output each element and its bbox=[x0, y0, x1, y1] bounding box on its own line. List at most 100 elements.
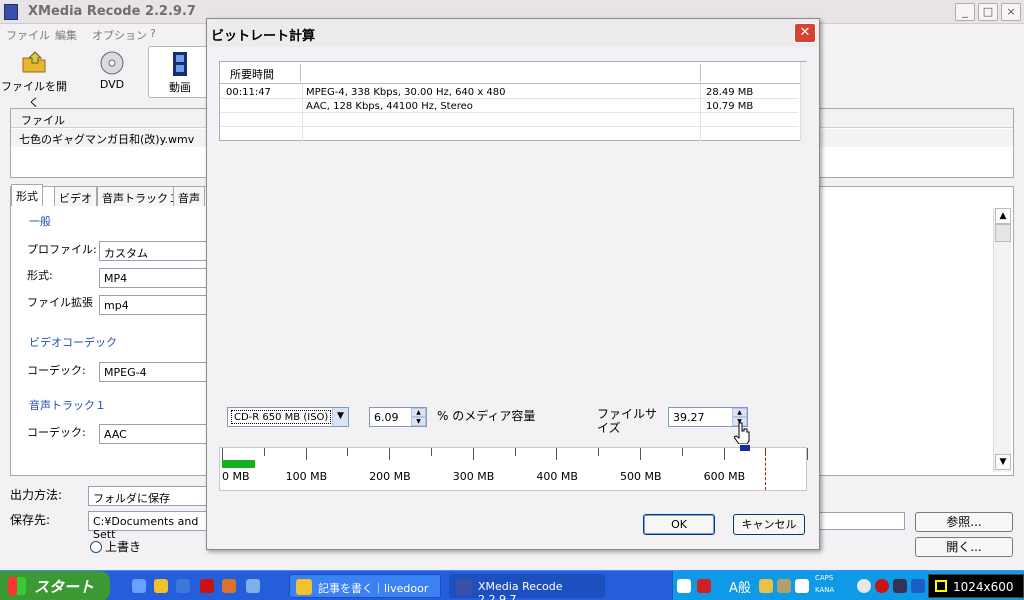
scale-label: 600 MB bbox=[703, 470, 746, 483]
overwrite-radio-circle-icon[interactable] bbox=[90, 541, 102, 553]
quick-launch-media-icon[interactable] bbox=[200, 579, 214, 593]
record-icon[interactable] bbox=[875, 579, 889, 593]
quick-launch-app2-icon[interactable] bbox=[246, 579, 260, 593]
taskbar-item-xmedia[interactable]: XMedia Recode 2.2.9.7 bbox=[449, 574, 605, 600]
stream-info-table[interactable]: 所要時間 00:11:47 MPEG-4, 338 Kbps, 30.00 Hz… bbox=[219, 61, 807, 141]
scale-tick bbox=[472, 448, 474, 460]
spin-up-arrow-icon[interactable]: ▲ bbox=[411, 408, 426, 417]
filesize-value: 39.27 bbox=[673, 411, 705, 424]
dvd-label: DVD bbox=[99, 78, 125, 91]
menu-edit[interactable]: 編集 bbox=[55, 27, 77, 43]
row1-stream: MPEG-4, 338 Kbps, 30.00 Hz, 640 x 480 bbox=[306, 87, 506, 98]
video-button[interactable]: 動画 bbox=[148, 46, 212, 98]
browse-button[interactable]: 参照... bbox=[915, 512, 1013, 532]
scale-tick bbox=[514, 448, 516, 456]
bluetooth-icon[interactable] bbox=[911, 579, 925, 593]
dialog-close-button[interactable]: ✕ bbox=[794, 23, 816, 43]
keyboard-icon[interactable] bbox=[677, 579, 691, 593]
back-arrow-icon[interactable] bbox=[857, 579, 871, 593]
resolution-text: 1024x600 bbox=[953, 580, 1014, 594]
video-codec-select[interactable]: MPEG-4 bbox=[99, 362, 219, 382]
scale-tick bbox=[305, 448, 307, 460]
menu-file[interactable]: ファイル bbox=[6, 27, 50, 43]
scroll-thumb[interactable] bbox=[995, 224, 1011, 242]
format-select[interactable]: MP4 bbox=[99, 268, 219, 288]
overwrite-radio[interactable]: 上書き bbox=[90, 538, 141, 555]
maximize-button[interactable]: □ bbox=[978, 3, 998, 21]
profile-select[interactable]: カスタム bbox=[99, 241, 219, 261]
menu-options[interactable]: オプション bbox=[92, 27, 147, 43]
tab-format[interactable]: 形式 bbox=[11, 184, 43, 206]
audio-codec-label: コーデック: bbox=[27, 426, 86, 439]
media-percent-spinner[interactable]: 6.09 ▲ ▼ bbox=[369, 407, 427, 427]
video-codec-label: コーデック: bbox=[27, 364, 86, 377]
spin-down-arrow-icon[interactable]: ▼ bbox=[411, 417, 426, 426]
filesize-label: ファイルサイズ bbox=[597, 407, 658, 435]
table-scrollbar[interactable] bbox=[800, 62, 807, 141]
dropdown-arrow-icon[interactable]: ▼ bbox=[332, 408, 348, 426]
cancel-button[interactable]: キャンセル bbox=[733, 514, 805, 535]
spin-up-arrow-icon[interactable]: ▲ bbox=[732, 408, 747, 417]
scale-label: 500 MB bbox=[620, 470, 662, 483]
network-icon[interactable] bbox=[893, 579, 907, 593]
audio-codec-select[interactable]: AAC bbox=[99, 424, 219, 444]
column-separator bbox=[700, 64, 701, 82]
open-file-button[interactable]: ファイルを開く bbox=[0, 46, 68, 109]
file-name: 七色のギャグマンガ日和(改)y.wmv bbox=[19, 133, 195, 146]
bitrate-calculation-dialog: ビットレート計算 ✕ 所要時間 00:11:47 MPEG-4, 338 Kbp… bbox=[206, 18, 820, 550]
quick-launch-chrome-icon[interactable] bbox=[154, 579, 168, 593]
minimize-button[interactable]: _ bbox=[955, 3, 975, 21]
scale-label: 400 MB bbox=[536, 470, 578, 483]
file-extension-select[interactable]: mp4 bbox=[99, 295, 219, 315]
tray-app-icon[interactable] bbox=[759, 579, 773, 593]
open-file-label: ファイルを開く bbox=[1, 80, 67, 109]
menu-help[interactable]: ? bbox=[150, 27, 156, 40]
quick-launch-ie-icon[interactable] bbox=[176, 579, 190, 593]
media-percent-value: 6.09 bbox=[374, 411, 399, 424]
dialog-titlebar: ビットレート計算 ✕ bbox=[207, 19, 819, 47]
media-percent-label: % のメディア容量 bbox=[437, 409, 536, 423]
file-column-header: ファイル bbox=[21, 114, 65, 127]
ok-button[interactable]: OK bbox=[643, 514, 715, 535]
quick-launch-desktop-icon[interactable] bbox=[132, 579, 146, 593]
help-icon[interactable] bbox=[795, 579, 809, 593]
quick-launch-app-icon[interactable] bbox=[222, 579, 236, 593]
dvd-button[interactable]: DVD bbox=[90, 46, 134, 98]
tab-audio[interactable]: 音声 bbox=[173, 186, 205, 206]
media-capacity-select[interactable]: CD-R 650 MB (ISO) ▼ bbox=[227, 407, 349, 427]
scroll-down-arrow-icon[interactable]: ▼ bbox=[995, 454, 1011, 470]
tab-audio-track-1[interactable]: 音声トラック１ bbox=[97, 186, 184, 206]
file-extension-label: ファイル拡張 bbox=[27, 296, 93, 309]
general-group-title: 一般 bbox=[29, 215, 51, 228]
ime-icon[interactable] bbox=[697, 579, 711, 593]
taskbar-item-livedoor[interactable]: 記事を書く｜livedoor ... bbox=[289, 574, 441, 600]
save-to-label: 保存先: bbox=[10, 513, 51, 527]
row2-size: 10.79 MB bbox=[706, 101, 754, 112]
output-method-select[interactable]: フォルダに保存 bbox=[88, 486, 208, 506]
save-to-path-field[interactable] bbox=[819, 512, 905, 530]
main-window-title: XMedia Recode 2.2.9.7 bbox=[28, 4, 196, 19]
scale-tick bbox=[347, 448, 349, 456]
column-separator bbox=[300, 64, 301, 82]
media-capacity-scale[interactable]: 0 MB 100 MB 200 MB 300 MB 400 MB 500 MB 600 MB bbox=[219, 445, 809, 491]
start-button[interactable]: スタート bbox=[0, 571, 110, 600]
start-label: スタート bbox=[34, 578, 95, 596]
duration-column-header[interactable]: 所要時間 bbox=[230, 66, 274, 82]
scale-tick bbox=[681, 448, 683, 456]
resolution-indicator[interactable]: 1024x600 bbox=[928, 574, 1024, 598]
kana-indicator: KANA bbox=[815, 586, 835, 594]
scroll-up-arrow-icon[interactable]: ▲ bbox=[995, 208, 1011, 224]
settings-scrollbar[interactable]: ▲ ▼ bbox=[993, 208, 1011, 472]
ime-mode-text[interactable]: A般 bbox=[729, 577, 751, 596]
capacity-slider-handle[interactable] bbox=[740, 445, 751, 451]
tab-video[interactable]: ビデオ bbox=[54, 186, 97, 206]
open-folder-button[interactable]: 開く... bbox=[915, 537, 1013, 557]
save-to-path-input[interactable]: C:¥Documents and Sett bbox=[88, 511, 208, 541]
scale-label: 0 MB bbox=[222, 470, 250, 483]
taskbar-item-xmedia-label: XMedia Recode 2.2.9.7 bbox=[478, 580, 563, 600]
close-button[interactable]: × bbox=[1001, 3, 1021, 21]
video-codec-group-title: ビデオコーデック bbox=[29, 336, 117, 349]
hand-cursor-icon bbox=[734, 422, 750, 444]
tray-app2-icon[interactable] bbox=[777, 579, 791, 593]
film-icon bbox=[173, 52, 187, 76]
